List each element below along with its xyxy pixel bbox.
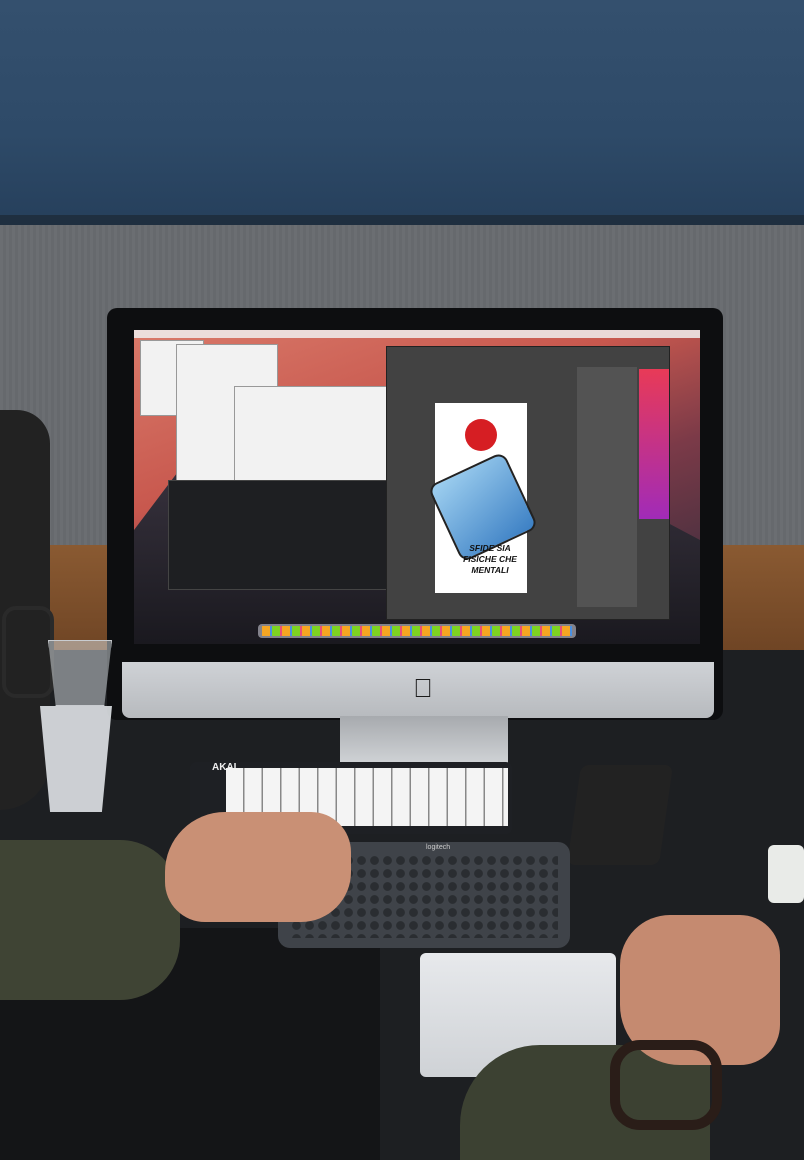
poster-line-1: SFIDE SIA xyxy=(469,543,511,553)
menu-bar xyxy=(134,330,700,338)
code-editor-window xyxy=(168,480,388,590)
left-sleeve xyxy=(0,840,180,1000)
plastic-cup xyxy=(40,706,112,812)
glasses xyxy=(2,606,54,698)
poster-text: SFIDE SIA FISICHE CHE MENTALI xyxy=(455,543,525,576)
imac-stand xyxy=(340,716,508,764)
panel-edge xyxy=(0,215,804,225)
creative-cloud-panel xyxy=(639,369,669,519)
router-device xyxy=(768,845,804,903)
poster-line-3: MENTALI xyxy=(471,565,509,575)
left-hand xyxy=(165,812,351,922)
poster-line-2: FISICHE CHE xyxy=(463,554,517,564)
wristband xyxy=(610,1040,722,1130)
red-logo-icon xyxy=(465,419,497,451)
photoshop-window: SFIDE SIA FISICHE CHE MENTALI xyxy=(386,346,670,620)
apple-logo-icon:  xyxy=(408,673,438,703)
imac-screen: SFIDE SIA FISICHE CHE MENTALI xyxy=(134,330,700,644)
layers-panel xyxy=(577,367,637,607)
dock-icons xyxy=(262,626,572,636)
poster-canvas: SFIDE SIA FISICHE CHE MENTALI xyxy=(427,403,539,593)
plastic-cup xyxy=(48,640,112,706)
file-list-window xyxy=(234,386,388,484)
acoustic-panel xyxy=(0,0,804,222)
smartphone xyxy=(566,765,674,865)
keyboard-brand-label: logitech xyxy=(426,844,451,851)
